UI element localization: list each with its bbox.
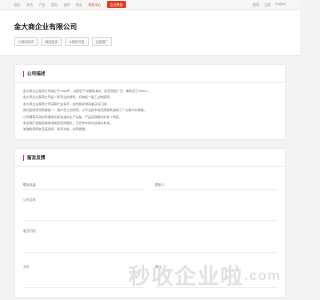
form-row [23,173,277,191]
english-link[interactable]: English [276,2,286,7]
description-title: 公司描述 [23,71,277,77]
divider [15,82,285,83]
nav-bidding[interactable]: 招标 [51,2,57,7]
login-link[interactable]: 登录 [253,2,259,7]
watermark-text: 秒收企业啦 [128,263,244,289]
register-link[interactable]: 注册 [264,2,270,7]
company-label: 公司名称 [23,197,36,202]
nav-news[interactable]: 资讯 [26,2,32,7]
mobile-input[interactable] [23,278,145,289]
nav-yellow-pages-badge[interactable]: 企业黄页 [107,1,126,8]
contact-input[interactable] [155,180,277,191]
nav-business-center[interactable]: 商务中心 [88,2,101,7]
watermark-logo: 秒收企业啦 .com [128,259,281,291]
nav-home[interactable]: 首页 [14,2,20,7]
tag-item[interactable]: 小程序制作 [14,37,38,46]
description-paragraph: 诚邀各界朋友莅临指导，携手共赢，共同发展。 [23,127,88,132]
top-bar: 首页 资讯 产品 招标 百科 商业 商务中心 企业黄页 登录 注册 Englis… [0,0,300,10]
nav-wiki[interactable]: 百科 [64,2,70,7]
watermark-tld: .com [244,266,281,283]
message-card: 留言反馈 公司名称 留言内容 手机 邮箱 秒收企业啦 .com [14,147,286,298]
tag-item[interactable]: 小程序开发 [64,37,89,46]
description-card: 公司描述 金大商企业有限公司成立于1992年，总部位于中国珠海市，经营范围广泛，… [14,64,286,140]
description-body: 金大商企业有限公司成立于1992年，总部位于中国珠海市，经营范围广泛，拥有员工4… [23,88,277,133]
top-nav: 首页 资讯 产品 招标 百科 商业 商务中心 企业黄页 [14,1,132,8]
content-field-wrap: 留言内容 [23,228,277,258]
content-textarea[interactable] [23,234,277,253]
top-right-links: 登录 注册 English [248,2,286,7]
company-name: 金大商企业有限公司 [14,24,77,31]
phone-input[interactable] [23,180,145,191]
company-input[interactable] [23,211,277,222]
nav-products[interactable]: 产品 [39,2,45,7]
message-title: 留言反馈 [23,154,277,161]
phone-field-wrap [23,173,145,191]
contact-field-wrap [155,173,277,191]
company-tags: 小程序制作 网站建设 小程序开发 百度推广 [14,37,286,46]
nav-business[interactable]: 商业 [76,2,82,7]
tag-item[interactable]: 百度推广 [91,37,113,46]
content-label: 留言内容 [23,228,36,233]
company-header: 金大商企业有限公司 小程序制作 网站建设 小程序开发 百度推广 [0,10,300,56]
tag-item[interactable]: 网站建设 [40,37,62,46]
company-field-wrap: 公司名称 [23,197,277,222]
mobile-field-wrap: 手机 [23,264,145,289]
mobile-label: 手机 [23,264,30,269]
divider [15,165,285,167]
